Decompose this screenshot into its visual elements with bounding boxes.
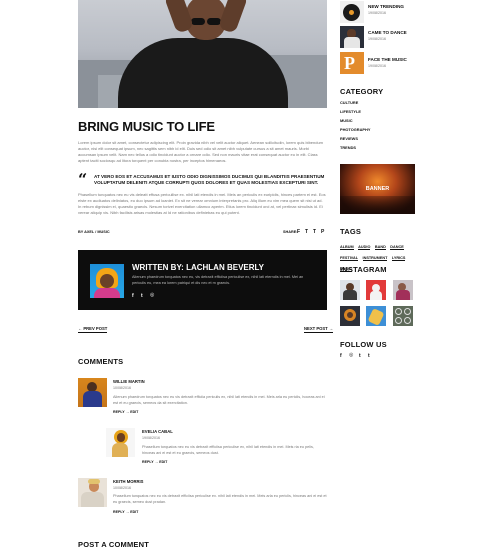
- tag-item[interactable]: AUDIO: [358, 245, 371, 250]
- article-category-link[interactable]: By Axel / Music: [78, 230, 110, 234]
- quote-text: At vero eos et accusamus et iusto odio d…: [94, 174, 325, 185]
- tag-item[interactable]: FESTIVAL: [340, 256, 359, 261]
- sidebar-post-title[interactable]: FACE THE MUSIC: [368, 57, 407, 62]
- comment-actions: REPLY → EDIT: [113, 410, 138, 414]
- sidebar-post-date: 19/08/2016: [368, 64, 386, 68]
- tag-item[interactable]: BAND: [374, 245, 386, 250]
- category-heading: CATEGORY: [340, 87, 384, 96]
- prev-post-label: PREV POST: [83, 326, 108, 331]
- author-heading: WRITTEN BY: LACHLAN BEVERLY: [132, 263, 264, 272]
- article-meta: By Axel / Music SHARE: f t t p: [78, 228, 327, 236]
- comments-heading: COMMENTS: [78, 357, 124, 366]
- facebook-icon[interactable]: f: [297, 229, 300, 235]
- instagram-photo[interactable]: [340, 306, 360, 326]
- arrow-right-icon: →: [327, 326, 334, 331]
- twitter-icon[interactable]: t: [359, 353, 361, 359]
- tumblr-icon[interactable]: t: [313, 229, 316, 235]
- reply-button[interactable]: REPLY: [142, 460, 154, 464]
- comment-actions: REPLY → EDIT: [142, 460, 167, 464]
- pinterest-icon[interactable]: p: [321, 229, 324, 235]
- tag-item[interactable]: ALBUM: [340, 245, 354, 250]
- quote-icon: “: [78, 170, 88, 189]
- comment-author: WILLIE MARTIN: [113, 379, 145, 384]
- tumblr-icon[interactable]: t: [368, 353, 370, 359]
- comment-avatar: [106, 428, 135, 457]
- edit-button[interactable]: EDIT: [130, 410, 138, 414]
- facebook-icon[interactable]: f: [340, 353, 342, 359]
- author-box: WRITTEN BY: LACHLAN BEVERLY Alienum phae…: [78, 250, 327, 310]
- tag-item[interactable]: INSTRUMENT: [362, 256, 388, 261]
- instagram-photo[interactable]: [393, 306, 413, 326]
- author-avatar: [90, 264, 124, 298]
- comment-author: KEITH MORRIS: [113, 479, 144, 484]
- blockquote: “ At vero eos et accusamus et iusto odio…: [78, 172, 327, 190]
- twitter-icon[interactable]: t: [305, 229, 308, 235]
- instagram-photo[interactable]: [340, 280, 360, 300]
- banner-label: BANNER: [365, 186, 390, 192]
- article-title: BRING MUSIC TO LIFE: [78, 119, 215, 134]
- author-bio: Alienum phaedrum torquatos nec eu, vis d…: [132, 275, 304, 285]
- post-comment-heading: POST A COMMENT: [78, 540, 149, 549]
- sidebar-post-thumb[interactable]: [340, 26, 364, 48]
- comment-text: Phasellum tunquatos nec eu vis detraxit …: [113, 494, 327, 504]
- instagram-photo[interactable]: [366, 306, 386, 326]
- instagram-heading: INSTAGRAM: [340, 265, 387, 274]
- tag-item[interactable]: DANCE: [390, 245, 404, 250]
- reply-button[interactable]: REPLY: [113, 510, 125, 514]
- comment-date: 10/08/2016: [113, 486, 131, 490]
- sidebar-post-thumb[interactable]: P: [340, 52, 364, 74]
- comment-avatar: [78, 378, 107, 407]
- comment-avatar: [78, 478, 107, 507]
- tag-item[interactable]: LYRICS: [391, 256, 406, 261]
- comment-author: EVELIA CABAL: [142, 429, 173, 434]
- comment-actions: REPLY → EDIT: [113, 510, 138, 514]
- edit-button[interactable]: EDIT: [159, 460, 167, 464]
- instagram-icon[interactable]: ◎: [150, 292, 154, 298]
- banner-ad[interactable]: BANNER: [340, 164, 415, 214]
- sidebar-post-title[interactable]: CAME TO DANCE: [368, 30, 407, 35]
- instagram-photo[interactable]: [366, 280, 386, 300]
- comment-date: 19/08/2016: [142, 436, 160, 440]
- share-label: SHARE:: [283, 230, 298, 234]
- article-intro: Lorem ipsum dolor sit amet, consectetur …: [78, 140, 324, 163]
- facebook-icon[interactable]: f: [132, 293, 134, 299]
- next-post-label: NEXT POST: [304, 326, 328, 331]
- instagram-photo[interactable]: [393, 280, 413, 300]
- category-item[interactable]: TRENDS: [340, 143, 356, 153]
- hero-image: [78, 0, 327, 108]
- edit-button[interactable]: EDIT: [130, 510, 138, 514]
- twitter-icon[interactable]: t: [141, 293, 143, 299]
- sidebar-post-date: 19/08/2016: [368, 37, 386, 41]
- next-post-link[interactable]: NEXT POST →: [304, 326, 334, 333]
- comment-date: 10/08/2016: [113, 386, 131, 390]
- instagram-icon[interactable]: ◎: [349, 352, 353, 358]
- prev-post-link[interactable]: ← PREV POST: [78, 326, 108, 333]
- sidebar-post-title[interactable]: NEW TRENDING: [368, 4, 404, 9]
- comment-text: Alienum phaedrum torquatos nec eu vis de…: [113, 395, 325, 405]
- follow-heading: FOLLOW US: [340, 340, 387, 349]
- comment-text: Phasellum torquatos nec eu vis detraxit …: [142, 445, 314, 455]
- reply-button[interactable]: REPLY: [113, 410, 125, 414]
- article-body: Phasellum tunquatos nec eu vis deleatt e…: [78, 192, 326, 215]
- sidebar-post-thumb[interactable]: [340, 1, 364, 23]
- sidebar-post-date: 19/08/2016: [368, 11, 386, 15]
